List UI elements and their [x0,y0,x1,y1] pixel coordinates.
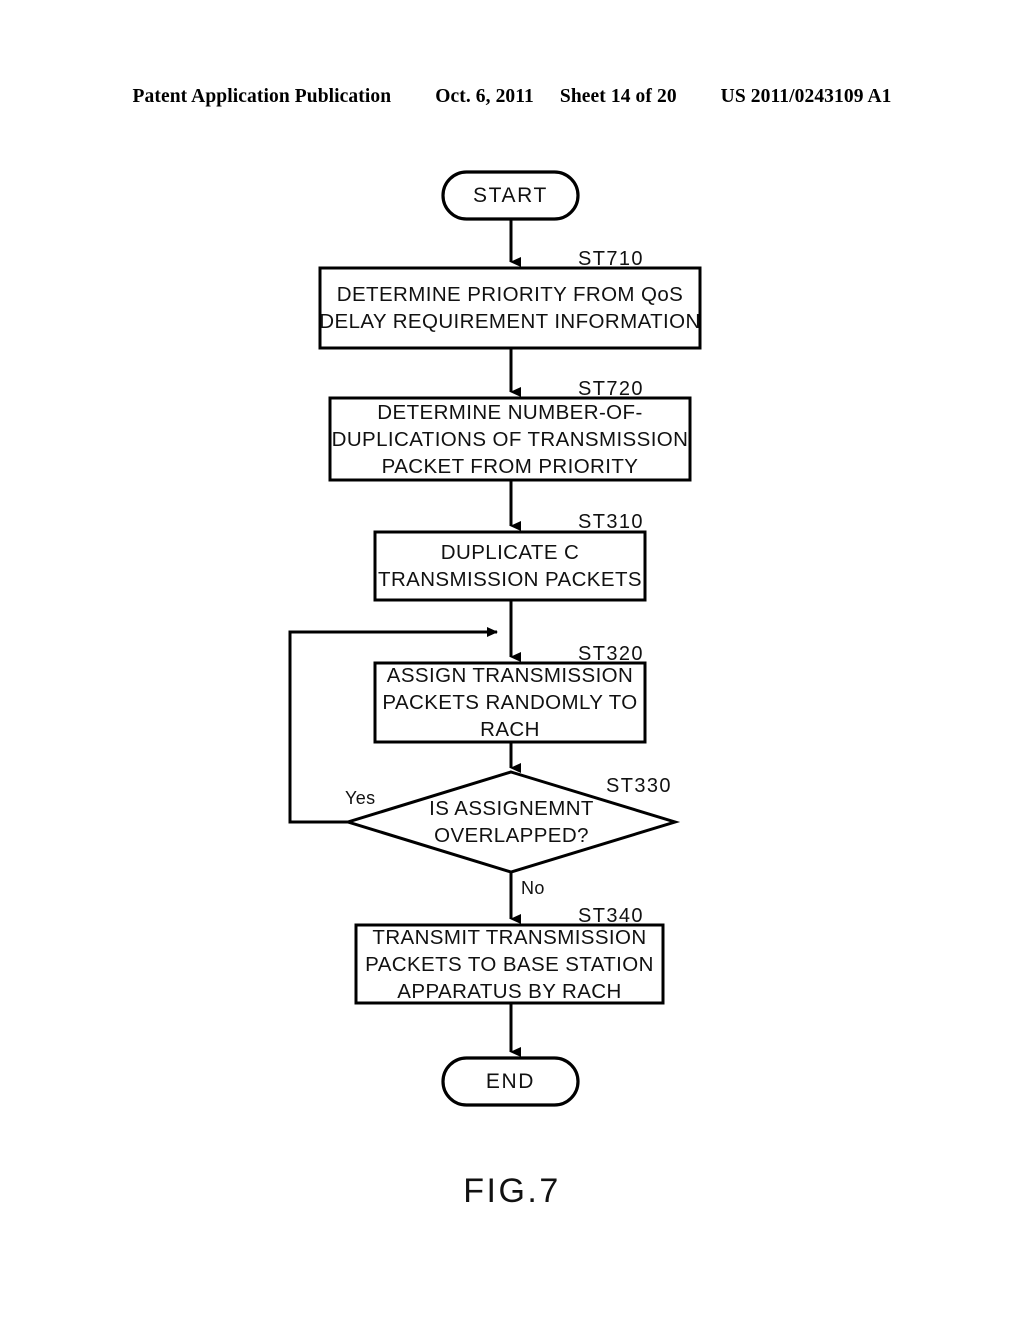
node-st340-line-2: PACKETS TO BASE STATION [365,952,654,976]
publication-date: Oct. 6, 2011 [435,86,534,107]
step-label-st340: ST340 [578,905,644,927]
node-st330-line-2: OVERLAPPED? [434,824,589,847]
figure-caption: FIG.7 [463,1172,561,1210]
patent-sheet: Patent Application Publication Oct. 6, 2… [0,0,1024,1320]
publication-title: Patent Application Publication [132,86,392,107]
node-end-label: END [443,1058,578,1105]
node-st310-line-2: TRANSMISSION PACKETS [378,568,642,591]
node-st720-label: DETERMINE NUMBER-OF- DUPLICATIONS OF TRA… [330,398,690,480]
node-st710-line-2: DELAY REQUIREMENT INFORMATION [319,310,701,333]
node-st720-line-1: DETERMINE NUMBER-OF- [377,400,643,424]
node-st310-line-1: DUPLICATE C [440,541,580,564]
node-st320-line-2: PACKETS RANDOMLY TO [382,691,638,714]
step-label-st720: ST720 [578,378,644,400]
step-label-st330: ST330 [606,775,672,797]
branch-label-yes: Yes [345,788,376,808]
node-start-label: START [443,172,578,219]
step-label-st710: ST710 [578,248,644,270]
step-label-st320: ST320 [578,643,644,665]
publication-number: US 2011/0243109 A1 [720,86,892,107]
sheet-number: Sheet 14 of 20 [559,86,677,107]
node-st310-label: DUPLICATE C TRANSMISSION PACKETS [375,532,645,600]
node-start-line-1: START [473,184,548,207]
node-end-line-1: END [485,1070,536,1093]
node-st710-label: DETERMINE PRIORITY FROM QoS DELAY REQUIR… [319,268,701,348]
node-st720-line-3: PACKET FROM PRIORITY [381,454,639,478]
step-label-st310: ST310 [578,511,644,533]
node-st720-line-2: DUPLICATIONS OF TRANSMISSION [331,427,689,451]
node-st320-label: ASSIGN TRANSMISSION PACKETS RANDOMLY TO … [375,663,645,742]
node-st710-line-1: DETERMINE PRIORITY FROM QoS [336,283,684,306]
node-st320-line-1: ASSIGN TRANSMISSION [386,664,634,687]
branch-label-no: No [521,878,545,898]
node-st340-line-3: APPARATUS BY RACH [397,979,622,1003]
node-st340-label: TRANSMIT TRANSMISSION PACKETS TO BASE ST… [356,925,663,1003]
node-st330-line-1: IS ASSIGNEMNT [429,797,594,820]
node-st320-line-3: RACH [480,718,540,741]
publication-header: Patent Application Publication Oct. 6, 2… [0,86,1024,108]
